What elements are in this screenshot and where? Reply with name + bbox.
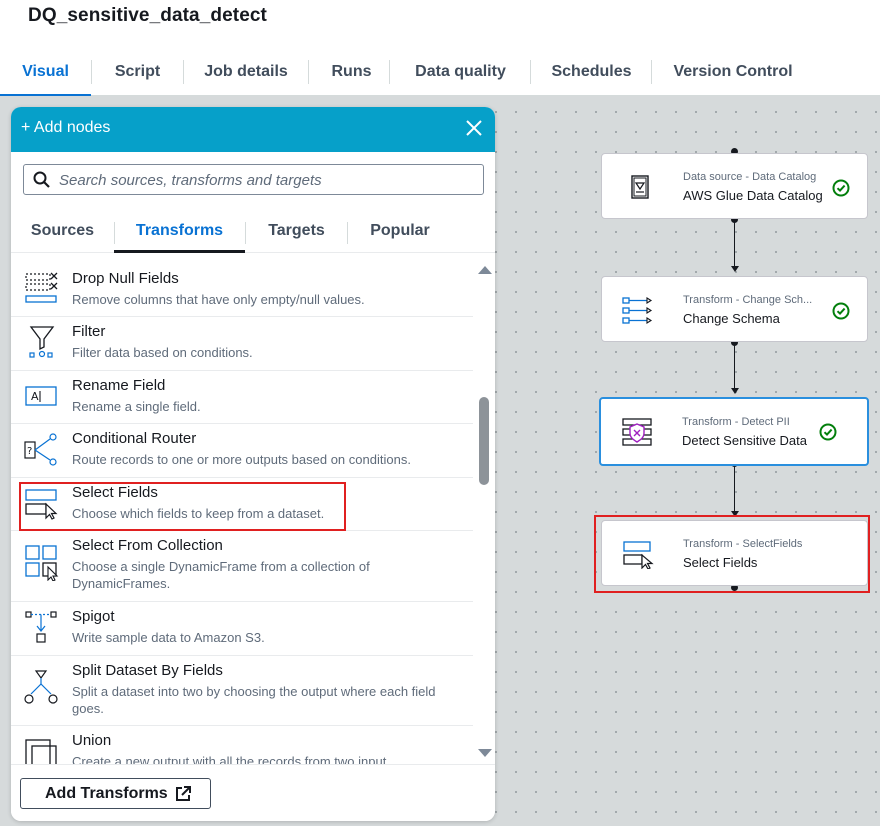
node-subtitle: Transform - SelectFields [683,538,803,550]
edge-arrow [731,388,739,394]
select-fields-icon [25,489,58,520]
tab-sources[interactable]: Sources [11,211,114,253]
list-item-conditional-router[interactable]: ? Conditional Router Route records to on… [11,424,473,478]
success-check-icon [832,179,850,197]
title-bar: DQ_sensitive_data_detect [0,0,880,48]
node-change-schema[interactable]: Transform - Change Sch... Change Schema [601,276,868,342]
tab-job-details[interactable]: Job details [184,48,308,96]
edge-line [734,220,735,267]
item-description: Route records to one or more outputs bas… [72,452,411,467]
edge-arrow [731,511,739,517]
close-icon[interactable] [463,117,485,139]
list-item-drop-null-fields[interactable]: Drop Null Fields Remove columns that hav… [11,264,473,317]
node-name: Change Schema [683,311,780,326]
item-title: Spigot [72,608,115,625]
list-item-split-dataset[interactable]: Split Dataset By Fields Split a dataset … [11,656,473,726]
item-description: Filter data based on conditions. [72,345,253,360]
scroll-up-icon[interactable] [478,266,492,274]
list-item-union[interactable]: Union Create a new output with all the r… [11,726,473,764]
select-fields-icon [623,541,654,569]
item-title: Select From Collection [72,537,223,554]
panel-footer: Add Transforms [11,764,495,821]
item-description: Write sample data to Amazon S3. [72,630,265,645]
add-nodes-panel: + Add nodes Sources Transforms Targets P… [11,107,495,821]
node-select-fields[interactable]: Transform - SelectFields Select Fields [601,520,868,586]
rename-field-icon: A [25,386,57,406]
detect-pii-icon [622,418,652,446]
panel-tabs: Sources Transforms Targets Popular [11,211,495,253]
item-description: Remove columns that have only empty/null… [72,292,365,307]
item-title: Rename Field [72,377,166,394]
edge-line [734,465,735,512]
scroll-thumb[interactable] [479,397,489,485]
edge-line [734,343,735,389]
tab-runs[interactable]: Runs [309,48,394,96]
conditional-router-icon: ? [24,433,57,466]
node-name: AWS Glue Data Catalog [683,188,823,203]
item-title: Conditional Router [72,430,197,447]
transform-list: Drop Null Fields Remove columns that hav… [11,264,473,764]
node-data-catalog[interactable]: Data source - Data Catalog AWS Glue Data… [601,153,868,219]
tab-targets[interactable]: Targets [245,211,348,253]
tab-schedules[interactable]: Schedules [531,48,652,96]
item-title: Drop Null Fields [72,270,179,287]
search-icon [33,171,50,188]
add-transforms-button[interactable]: Add Transforms [20,778,211,809]
item-description: Split a dataset into two by choosing the… [72,684,436,716]
external-link-icon [176,786,191,801]
split-dataset-icon [24,670,58,704]
list-item-spigot[interactable]: Spigot Write sample data to Amazon S3. [11,602,473,656]
tab-popular[interactable]: Popular [348,211,452,253]
union-icon [25,739,57,764]
item-title: Select Fields [72,484,158,501]
tab-visual[interactable]: Visual [0,48,91,97]
list-item-rename-field[interactable]: A Rename Field Rename a single field. [11,371,473,424]
list-item-select-from-collection[interactable]: Select From Collection Choose a single D… [11,531,473,602]
item-description: Choose which fields to keep from a datas… [72,506,325,521]
data-catalog-icon [631,175,649,199]
panel-header: + Add nodes [11,107,495,152]
item-description: Choose a single DynamicFrame from a coll… [72,559,370,591]
list-scrollbar[interactable] [476,264,494,764]
item-title: Split Dataset By Fields [72,662,223,679]
node-detect-sensitive-data[interactable]: Transform - Detect PII Detect Sensitive … [599,397,869,466]
filter-icon [29,326,55,358]
job-tabs: Visual Script Job details Runs Data qual… [0,48,880,97]
svg-text:A: A [31,390,39,403]
page-title: DQ_sensitive_data_detect [28,5,267,26]
edge-arrow [731,266,739,272]
tab-script[interactable]: Script [92,48,183,96]
spigot-icon [25,611,57,643]
select-from-collection-icon [25,545,59,581]
tab-version-control[interactable]: Version Control [652,48,814,96]
item-description: Create a new output with all the records… [72,754,387,764]
change-schema-icon [622,297,653,324]
add-transforms-label: Add Transforms [45,785,168,802]
item-description: Rename a single field. [72,399,201,414]
scroll-down-icon[interactable] [478,749,492,757]
drop-null-fields-icon [25,272,58,303]
tab-transforms[interactable]: Transforms [114,211,245,253]
node-name: Select Fields [683,555,758,570]
search-input[interactable] [59,169,469,191]
node-name: Detect Sensitive Data [682,433,808,448]
node-subtitle: Transform - Detect PII [682,416,790,428]
panel-title: + Add nodes [21,119,111,136]
tab-data-quality[interactable]: Data quality [390,48,531,96]
success-check-icon [832,302,850,320]
list-item-select-fields[interactable]: Select Fields Choose which fields to kee… [11,478,473,531]
success-check-icon [819,423,837,441]
node-subtitle: Data source - Data Catalog [683,171,817,183]
list-item-filter[interactable]: Filter Filter data based on conditions. [11,317,473,371]
item-title: Union [72,732,112,749]
svg-text:?: ? [27,446,32,457]
node-subtitle: Transform - Change Sch... [683,294,813,306]
item-title: Filter [72,323,106,340]
search-box [23,164,484,195]
